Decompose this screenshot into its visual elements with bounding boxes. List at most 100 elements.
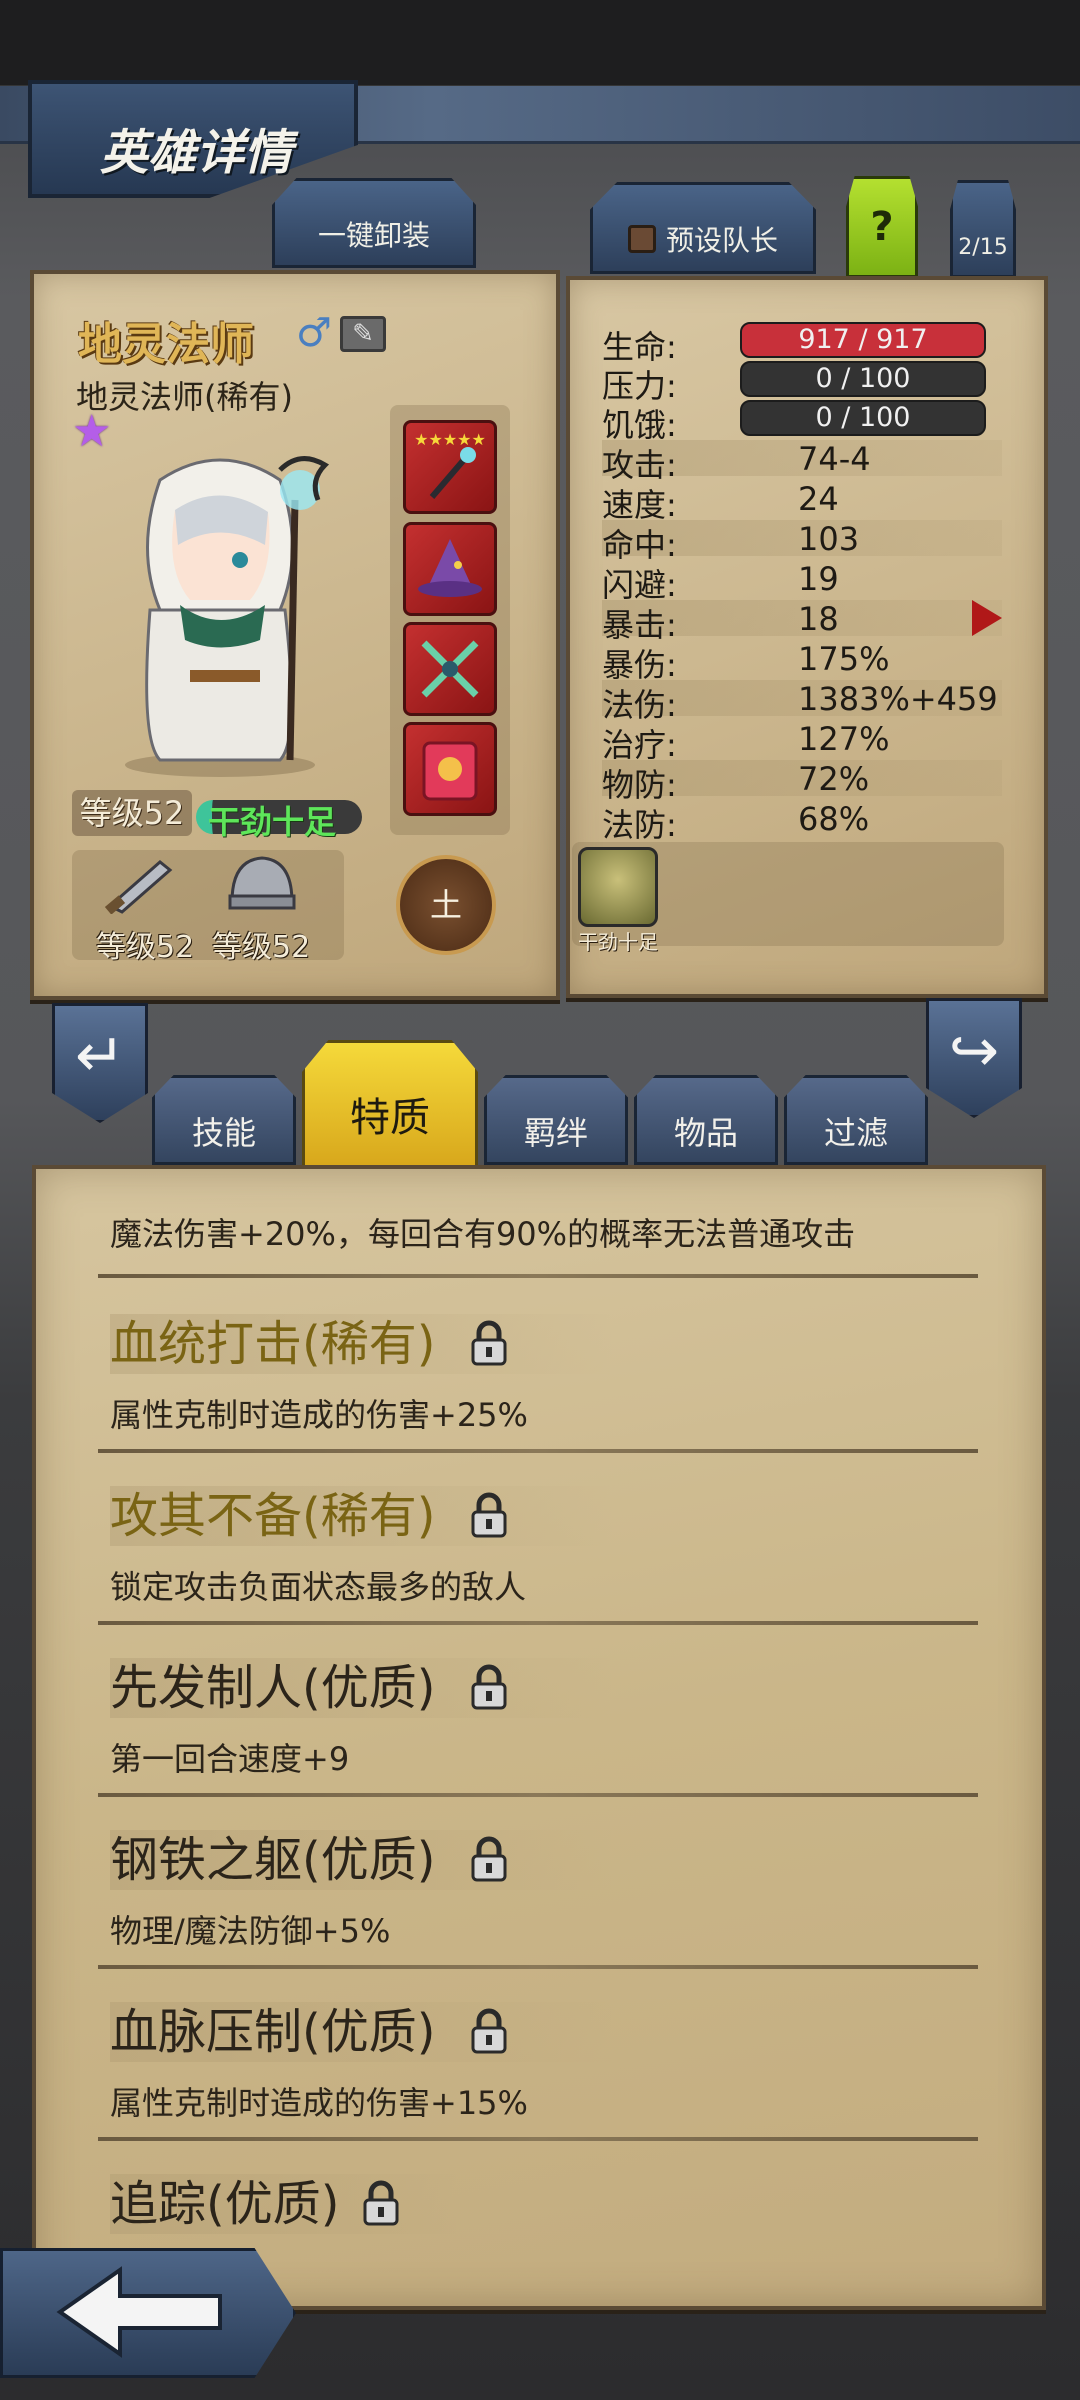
tab-label: 过滤 (823, 1114, 888, 1152)
page-title: 英雄详情 (100, 125, 293, 181)
stat-value: 127% (798, 720, 890, 758)
trait-item[interactable]: 血统打击(稀有) 属性克制时造成的伤害+25% (68, 1314, 988, 1474)
equip-slot-staff[interactable]: ★★★★★ (403, 420, 497, 514)
tab-label: 羁绊 (523, 1114, 588, 1152)
equip-slot-weapon[interactable] (403, 622, 497, 716)
tab-label: 物品 (673, 1114, 738, 1152)
stat-speed: 速度: 24 (602, 480, 1002, 524)
trait-item[interactable]: 先发制人(优质) 第一回合速度+9 (68, 1658, 988, 1818)
stat-healing: 治疗: 127% (602, 720, 1002, 764)
divider (98, 1965, 978, 1969)
trait-title: 血统打击(稀有) (110, 1314, 616, 1374)
trait-description: 魔法伤害+20%，每回合有90%的概率无法普通攻击 (110, 1215, 856, 1253)
tab-traits[interactable]: 特质 (302, 1040, 478, 1168)
equip-slot-book[interactable] (403, 722, 497, 816)
spellbook-icon (422, 741, 478, 801)
trait-item[interactable]: 血脉压制(优质) 属性克制时造成的伤害+15% (68, 2002, 988, 2162)
tab-skills[interactable]: 技能 (152, 1075, 296, 1165)
stat-crit: 暴击: 18 (602, 600, 1002, 644)
tab-label: 特质 (350, 1095, 430, 1141)
arrow-right-icon: ↪ (948, 1016, 1000, 1086)
element-earth-button[interactable]: 土 (396, 855, 496, 955)
tab-items[interactable]: 物品 (634, 1075, 778, 1165)
trait-description: 属性克制时造成的伤害+15% (110, 2084, 528, 2122)
lock-icon (471, 1320, 507, 1366)
hp-bar: 917 / 917 (740, 322, 986, 358)
arrow-left-icon: ↵ (74, 1021, 126, 1091)
motivated-status-icon[interactable] (578, 847, 658, 927)
mood-status: 干劲十足 (208, 803, 337, 841)
stat-attack: 攻击: 74-4 (602, 440, 1002, 484)
weapon-level: 等级52 (96, 930, 195, 965)
trait-item[interactable]: 攻其不备(稀有) 锁定攻击负面状态最多的敌人 (68, 1486, 988, 1646)
armor-level: 等级52 (212, 930, 311, 965)
helmet-icon[interactable] (222, 852, 302, 916)
stat-label: 法防: (602, 806, 677, 844)
stat-value: 1383%+459 (798, 680, 998, 718)
trait-description: 属性克制时造成的伤害+25% (110, 1396, 528, 1434)
trait-item[interactable]: 魔法伤害+20%，每回合有90%的概率无法普通攻击 (68, 1169, 988, 1309)
trait-title: 钢铁之躯(优质) (110, 1830, 616, 1890)
edit-name-icon[interactable]: ✎ (340, 316, 386, 352)
trait-title: 先发制人(优质) (110, 1658, 616, 1718)
crossed-daggers-icon (421, 640, 479, 698)
stat-physical-defense: 物防: 72% (602, 760, 1002, 804)
wizard-hat-icon (418, 539, 482, 597)
traits-list[interactable]: 魔法伤害+20%，每回合有90%的概率无法普通攻击 血统打击(稀有) 属性克制时… (32, 1165, 1046, 2310)
preset-captain-label: 预设队长 (665, 224, 778, 257)
stat-value: 72% (798, 760, 870, 798)
back-arrow-icon (56, 2266, 222, 2358)
trait-description: 物理/魔法防御+5% (110, 1912, 391, 1950)
trait-title: 血脉压制(优质) (110, 2002, 616, 2062)
trait-title: 攻其不备(稀有) (110, 1486, 616, 1546)
stat-dodge: 闪避: 19 (602, 560, 1002, 604)
trait-item[interactable]: 钢铁之躯(优质) 物理/魔法防御+5% (68, 1830, 988, 1990)
status-label: 干劲十足 (578, 930, 658, 954)
stat-value: 175% (798, 640, 890, 678)
tab-bonds[interactable]: 羁绊 (484, 1075, 628, 1165)
stat-magic-defense: 法防: 68% (602, 800, 1002, 844)
lock-icon (471, 2008, 507, 2054)
divider (98, 1449, 978, 1453)
page-counter: 2/15 (950, 180, 1016, 278)
hero-level: 等级52 (72, 790, 192, 836)
divider (98, 1793, 978, 1797)
stat-value: 24 (798, 480, 839, 518)
male-icon: ♂ (296, 310, 332, 356)
stat-value: 103 (798, 520, 860, 558)
stat-value: 18 (798, 600, 839, 638)
unequip-all-label: 一键卸装 (317, 219, 430, 252)
tab-label: 技能 (191, 1114, 256, 1152)
equip-slot-hat[interactable] (403, 522, 497, 616)
stat-value: 68% (798, 800, 870, 838)
unequip-all-button[interactable]: 一键卸装 (272, 178, 476, 268)
divider (98, 2137, 978, 2141)
hero-name: 地灵法师 (78, 319, 254, 370)
hp-value: 917 / 917 (798, 324, 928, 355)
stat-value: 74-4 (798, 440, 871, 478)
stat-crit-damage: 暴伤: 175% (602, 640, 1002, 684)
divider (98, 1621, 978, 1625)
sword-icon[interactable] (100, 854, 180, 914)
trait-title: 追踪(优质) (110, 2174, 460, 2234)
lock-icon (471, 1492, 507, 1538)
stat-value: 19 (798, 560, 839, 598)
staff-icon: ★★★★★ (414, 430, 486, 499)
page-counter-text: 2/15 (958, 234, 1008, 260)
preset-captain-toggle[interactable]: 预设队长 (590, 182, 816, 274)
lock-icon (471, 1836, 507, 1882)
equipment-rating: ★★★★★ (414, 430, 486, 449)
stress-bar: 0 / 100 (740, 361, 986, 397)
help-button[interactable]: ? (846, 176, 918, 278)
lock-icon (363, 2180, 399, 2226)
expand-stats-arrow-icon[interactable] (972, 600, 1002, 636)
checkbox-icon[interactable] (627, 225, 656, 253)
hunger-value: 0 / 100 (815, 402, 911, 433)
stat-accuracy: 命中: 103 (602, 520, 1002, 564)
trait-description: 第一回合速度+9 (110, 1740, 350, 1778)
stress-value: 0 / 100 (815, 363, 911, 394)
hero-portrait (125, 456, 330, 777)
tab-filter[interactable]: 过滤 (784, 1075, 928, 1165)
trait-description: 锁定攻击负面状态最多的敌人 (110, 1568, 527, 1606)
help-icon: ? (870, 204, 894, 250)
